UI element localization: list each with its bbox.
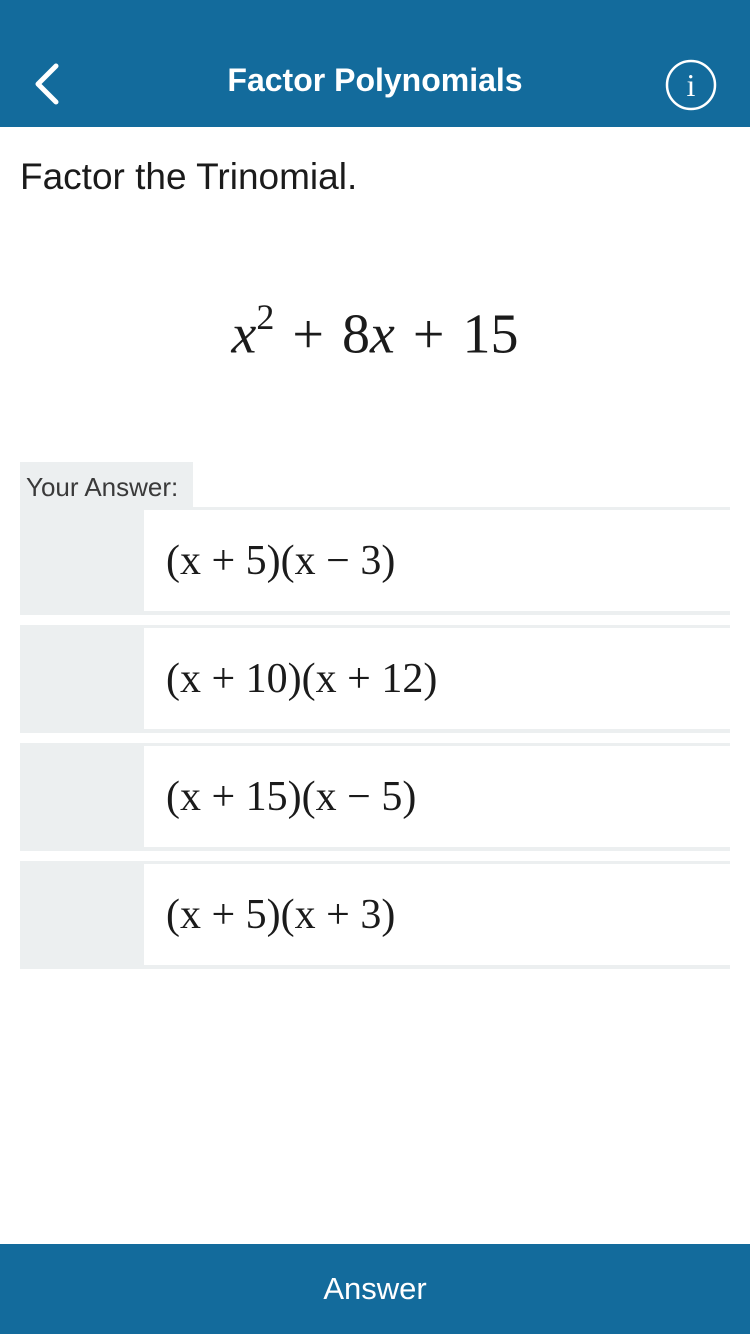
problem-equation: x2 +8x +15 <box>0 297 750 367</box>
equation-variable: x <box>231 303 257 366</box>
header-bar: Factor Polynomials i <box>0 0 750 127</box>
answer-option[interactable]: (x + 5)(x + 3) <box>20 861 746 969</box>
equation-operator: + <box>412 303 445 366</box>
info-button[interactable]: i <box>664 58 718 112</box>
option-label[interactable]: (x + 15)(x − 5) <box>144 746 746 847</box>
answer-option[interactable]: (x + 5)(x − 3) <box>20 507 746 615</box>
equation-constant: 15 <box>462 303 519 366</box>
answer-label: Your Answer: <box>20 462 193 507</box>
answer-option[interactable]: (x + 10)(x + 12) <box>20 625 746 733</box>
equation-variable: x <box>370 303 395 366</box>
svg-text:i: i <box>687 67 696 103</box>
app-screen: Factor Polynomials i Factor the Trinomia… <box>0 0 750 1334</box>
answer-option[interactable]: (x + 15)(x − 5) <box>20 743 746 851</box>
question-prompt: Factor the Trinomial. <box>20 156 358 197</box>
option-select-area[interactable] <box>20 625 123 733</box>
equation-operator: + <box>292 303 324 366</box>
equation-exponent: 2 <box>256 297 275 337</box>
equation-coefficient: 8 <box>342 303 370 366</box>
option-select-area[interactable] <box>20 743 123 851</box>
option-label[interactable]: (x + 10)(x + 12) <box>144 628 746 729</box>
option-label[interactable]: (x + 5)(x − 3) <box>144 510 746 611</box>
page-title: Factor Polynomials <box>227 62 523 98</box>
option-select-area[interactable] <box>20 861 123 969</box>
option-label[interactable]: (x + 5)(x + 3) <box>144 864 746 965</box>
answer-button[interactable]: Answer <box>0 1244 750 1334</box>
option-select-area[interactable] <box>20 507 123 615</box>
info-icon: i <box>665 59 717 111</box>
